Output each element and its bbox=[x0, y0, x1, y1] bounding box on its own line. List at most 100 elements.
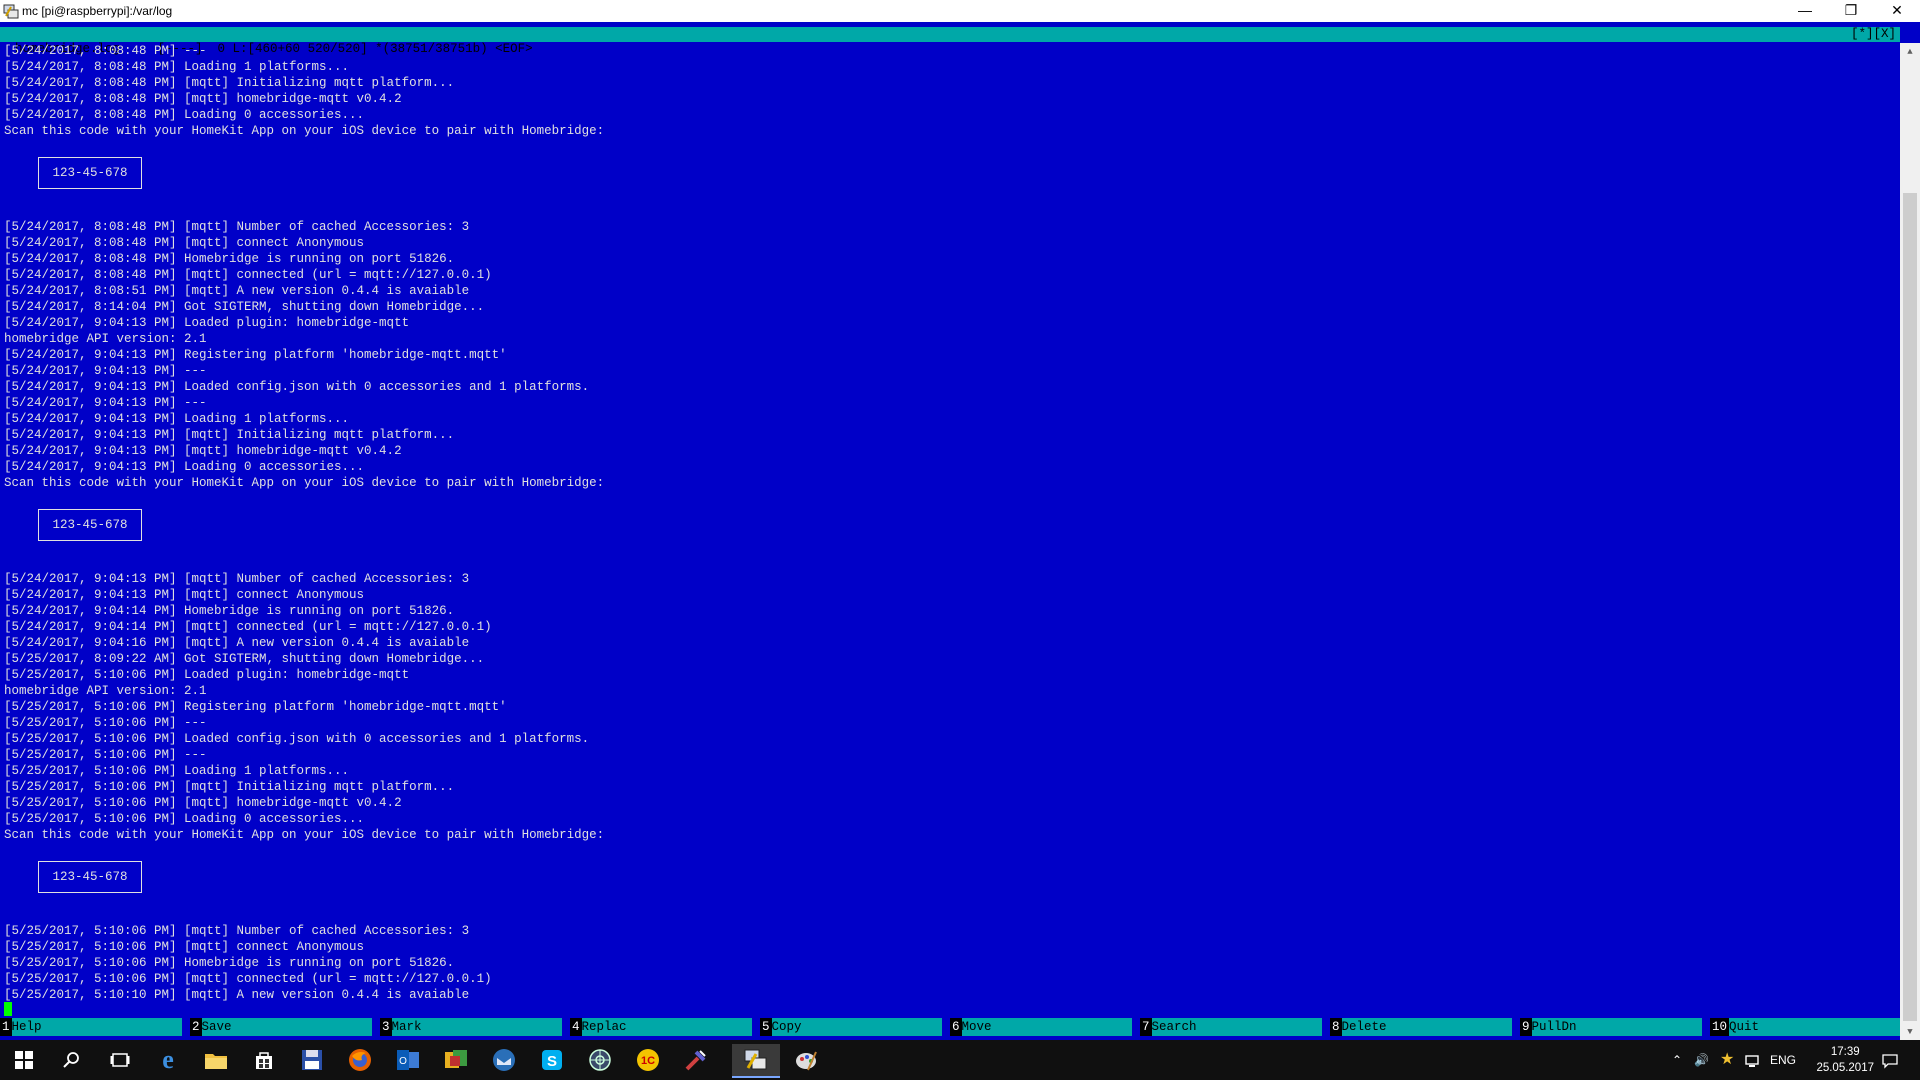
status-window-buttons[interactable]: [*][X] bbox=[1851, 27, 1896, 42]
fkey-label: Copy bbox=[771, 1018, 942, 1036]
fkey-move[interactable]: 6 Move bbox=[950, 1018, 1140, 1036]
pairing-code-block: 123-45-678 bbox=[0, 491, 1900, 571]
close-button[interactable]: ✕ bbox=[1874, 0, 1920, 22]
fkey-search[interactable]: 7 Search bbox=[1140, 1018, 1330, 1036]
fkey-number: 5 bbox=[760, 1018, 772, 1036]
fkey-number: 4 bbox=[570, 1018, 582, 1036]
fkey-label: Move bbox=[961, 1018, 1132, 1036]
show-hidden-icons-chevron-icon[interactable]: ⌃ bbox=[1672, 1040, 1682, 1080]
thunderbird-icon[interactable] bbox=[480, 1044, 528, 1076]
pairing-code-block: 123-45-678 bbox=[0, 139, 1900, 219]
pairing-code-box: 123-45-678 bbox=[38, 509, 142, 541]
fkey-copy[interactable]: 5 Copy bbox=[760, 1018, 950, 1036]
fkey-quit[interactable]: 10 Quit bbox=[1710, 1018, 1900, 1036]
fkey-save[interactable]: 2 Save bbox=[190, 1018, 380, 1036]
fkey-number: 7 bbox=[1140, 1018, 1152, 1036]
log-line: [5/25/2017, 5:10:06 PM] [mqtt] homebridg… bbox=[4, 796, 402, 810]
firefox-icon[interactable] bbox=[336, 1044, 384, 1076]
log-line: Scan this code with your HomeKit App on … bbox=[4, 476, 605, 490]
window-title: mc [pi@raspberrypi]:/var/log bbox=[22, 4, 173, 18]
search-icon[interactable] bbox=[48, 1044, 96, 1076]
scroll-down-arrow-icon[interactable]: ▼ bbox=[1900, 1023, 1920, 1041]
log-line: [5/24/2017, 8:08:48 PM] Loading 0 access… bbox=[4, 108, 365, 122]
svg-text:O: O bbox=[399, 1056, 407, 1067]
language-indicator[interactable]: ENG bbox=[1770, 1040, 1796, 1080]
log-line: [5/25/2017, 5:10:06 PM] Loading 1 platfo… bbox=[4, 764, 350, 778]
outlook-icon[interactable]: O bbox=[384, 1044, 432, 1076]
fkey-number: 9 bbox=[1520, 1018, 1532, 1036]
1c-app-icon[interactable]: 1C bbox=[624, 1044, 672, 1076]
svg-text:S: S bbox=[547, 1053, 557, 1070]
tool-app-icon[interactable] bbox=[672, 1044, 720, 1076]
putty-taskbar-icon[interactable] bbox=[732, 1044, 780, 1078]
fkey-mark[interactable]: 3 Mark bbox=[380, 1018, 570, 1036]
fkey-label: Replac bbox=[581, 1018, 752, 1036]
fkey-delete[interactable]: 8 Delete bbox=[1330, 1018, 1520, 1036]
sticky-app-icon[interactable] bbox=[432, 1044, 480, 1076]
fkey-pulldn[interactable]: 9 PullDn bbox=[1520, 1018, 1710, 1036]
log-line: [5/25/2017, 5:10:06 PM] --- bbox=[4, 716, 207, 730]
log-line: [5/24/2017, 9:04:14 PM] Homebridge is ru… bbox=[4, 604, 455, 618]
log-line: [5/24/2017, 8:08:48 PM] --- bbox=[4, 44, 207, 58]
pairing-code-block: 123-45-678 bbox=[0, 843, 1900, 923]
log-line: [5/25/2017, 5:10:06 PM] --- bbox=[4, 748, 207, 762]
fkey-label: Search bbox=[1151, 1018, 1322, 1036]
function-key-bar: 1 Help 2 Save 3 Mark 4 Replac 5 Copy 6 Move 7 Search 8… bbox=[0, 1018, 1900, 1036]
task-view-icon[interactable] bbox=[96, 1044, 144, 1076]
log-line: homebridge API version: 2.1 bbox=[4, 684, 207, 698]
scrollbar-thumb[interactable] bbox=[1903, 193, 1917, 1021]
fkey-help[interactable]: 1 Help bbox=[0, 1018, 190, 1036]
svg-text:1C: 1C bbox=[641, 1055, 655, 1067]
fkey-number: 6 bbox=[950, 1018, 962, 1036]
network-icon[interactable] bbox=[1744, 1040, 1760, 1080]
editor-text-area[interactable]: [5/24/2017, 8:08:48 PM] --- [5/24/2017, 8… bbox=[0, 43, 1900, 1016]
paint-app-icon[interactable] bbox=[782, 1044, 830, 1076]
vertical-scrollbar[interactable]: ▲ ▼ bbox=[1900, 43, 1920, 1041]
log-line: [5/24/2017, 8:08:48 PM] Homebridge is ru… bbox=[4, 252, 455, 266]
edge-browser-icon[interactable]: e bbox=[144, 1044, 192, 1076]
log-line: [5/24/2017, 8:08:48 PM] Loading 1 platfo… bbox=[4, 60, 350, 74]
fkey-number: 10 bbox=[1710, 1018, 1730, 1036]
volume-icon[interactable]: 🔊 bbox=[1694, 1040, 1709, 1080]
log-line: [5/24/2017, 9:04:13 PM] --- bbox=[4, 364, 207, 378]
log-line: [5/24/2017, 9:04:13 PM] [mqtt] connect A… bbox=[4, 588, 365, 602]
log-line: [5/25/2017, 5:10:06 PM] [mqtt] connected… bbox=[4, 972, 492, 986]
log-line: [5/24/2017, 8:08:48 PM] [mqtt] Number of… bbox=[4, 220, 470, 234]
log-line: [5/25/2017, 5:10:06 PM] [mqtt] connect A… bbox=[4, 940, 365, 954]
putty-app-icon bbox=[3, 4, 19, 19]
log-line: [5/25/2017, 5:10:06 PM] Loading 0 access… bbox=[4, 812, 365, 826]
fkey-number: 3 bbox=[380, 1018, 392, 1036]
log-line: [5/25/2017, 5:10:06 PM] Homebridge is ru… bbox=[4, 956, 455, 970]
windows-taskbar: e O S 1C ⌃ 🔊 ★ ENG 17:39 25.05.2017 bbox=[0, 1040, 1920, 1080]
log-line: [5/24/2017, 8:08:48 PM] [mqtt] connect A… bbox=[4, 236, 365, 250]
fkey-label: Mark bbox=[391, 1018, 562, 1036]
file-explorer-icon[interactable] bbox=[192, 1044, 240, 1076]
start-windows-icon[interactable] bbox=[0, 1044, 48, 1076]
action-center-icon[interactable] bbox=[1882, 1040, 1898, 1080]
log-line: [5/25/2017, 5:10:10 PM] [mqtt] A new ver… bbox=[4, 988, 470, 1002]
store-icon[interactable] bbox=[240, 1044, 288, 1076]
log-line: [5/24/2017, 8:08:48 PM] [mqtt] connected… bbox=[4, 268, 492, 282]
log-line: Scan this code with your HomeKit App on … bbox=[4, 828, 605, 842]
clock-date: 25.05.2017 bbox=[1816, 1062, 1874, 1074]
floppy-save-app-icon[interactable] bbox=[288, 1044, 336, 1076]
log-line: [5/24/2017, 9:04:13 PM] Loaded plugin: h… bbox=[4, 316, 410, 330]
skype-icon[interactable]: S bbox=[528, 1044, 576, 1076]
scroll-up-arrow-icon[interactable]: ▲ bbox=[1900, 43, 1920, 61]
minimize-button[interactable]: — bbox=[1782, 0, 1828, 22]
fkey-label: Delete bbox=[1341, 1018, 1512, 1036]
pairing-code-box: 123-45-678 bbox=[38, 157, 142, 189]
globe-app-icon[interactable] bbox=[576, 1044, 624, 1076]
fkey-number: 2 bbox=[190, 1018, 202, 1036]
log-line: homebridge API version: 2.1 bbox=[4, 332, 207, 346]
log-line: [5/24/2017, 9:04:13 PM] [mqtt] homebridg… bbox=[4, 444, 402, 458]
taskbar-clock[interactable]: 17:39 25.05.2017 bbox=[1816, 1044, 1874, 1076]
editor-status-line: homebridge.log [----] 0 L:[460+60 520/52… bbox=[0, 27, 1900, 56]
log-line: [5/24/2017, 9:04:14 PM] [mqtt] connected… bbox=[4, 620, 492, 634]
restore-button[interactable]: ❐ bbox=[1828, 0, 1874, 22]
log-line: [5/24/2017, 9:04:13 PM] Registering plat… bbox=[4, 348, 507, 362]
fkey-replac[interactable]: 4 Replac bbox=[570, 1018, 760, 1036]
star-tray-icon[interactable]: ★ bbox=[1720, 1040, 1734, 1080]
log-line: [5/24/2017, 8:08:48 PM] [mqtt] Initializ… bbox=[4, 76, 455, 90]
text-cursor bbox=[4, 1002, 12, 1016]
